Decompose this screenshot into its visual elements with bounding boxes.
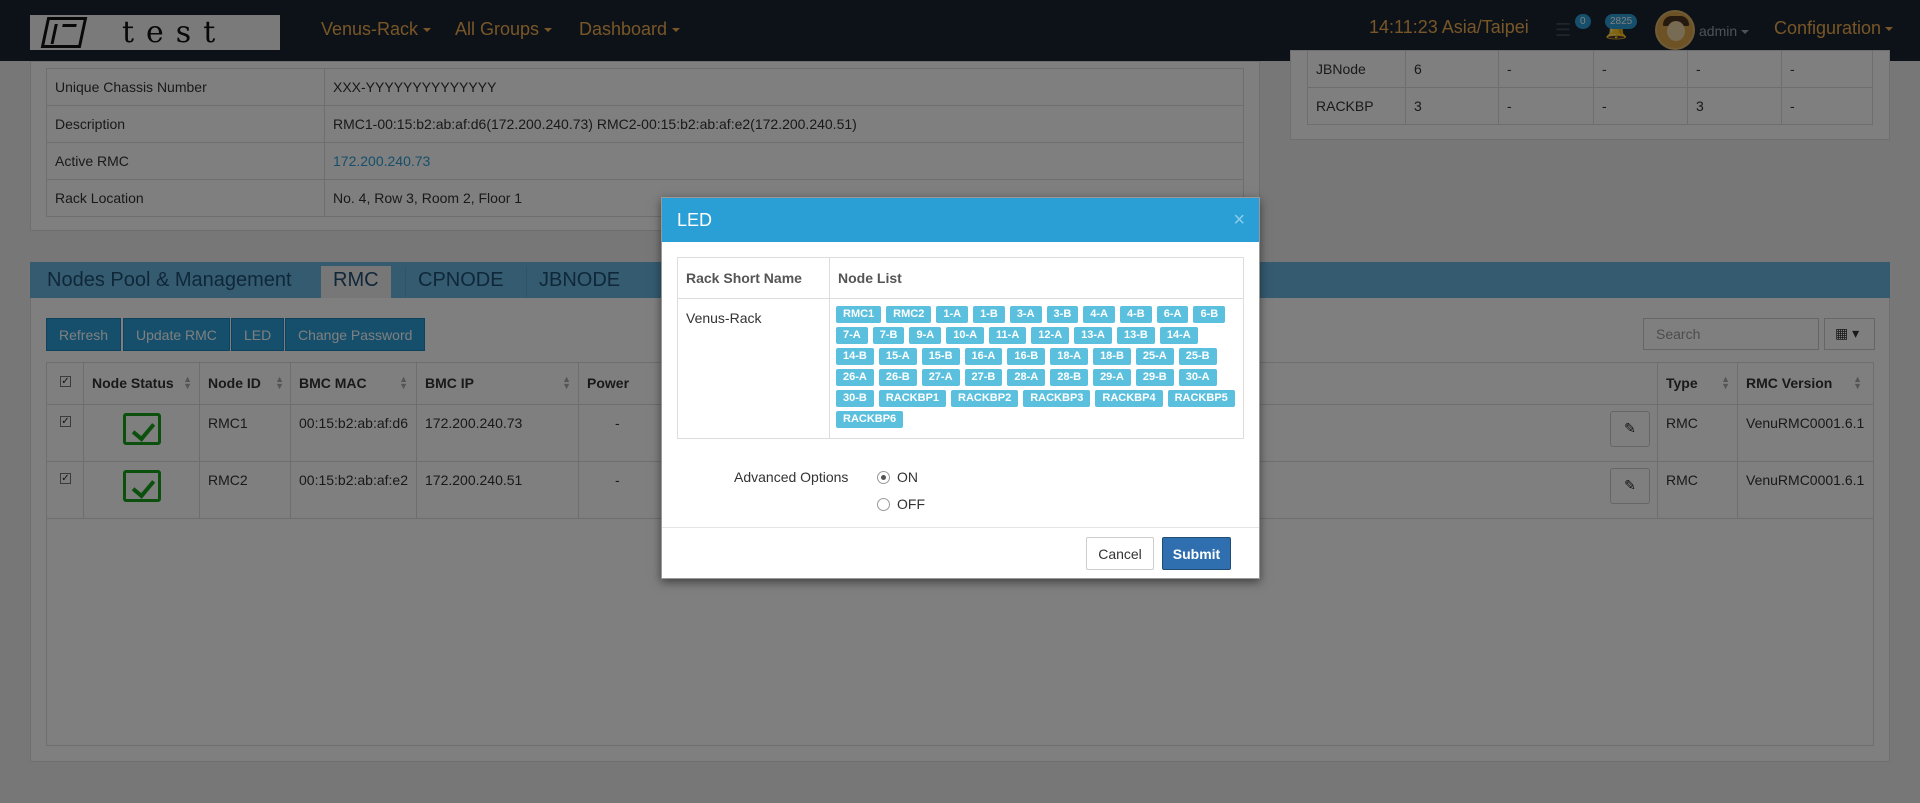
radio-off[interactable] [877, 498, 890, 511]
header-rack-short-name: Rack Short Name [686, 270, 802, 286]
node-tag[interactable]: 7-B [872, 327, 905, 344]
node-tag[interactable]: 26-A [836, 369, 874, 386]
node-tag[interactable]: RACKBP4 [1095, 390, 1163, 407]
node-tag[interactable]: 6-B [1193, 306, 1226, 323]
led-modal: LED × Rack Short Name Node List Venus-Ra… [661, 197, 1260, 579]
node-tag[interactable]: 10-A [946, 327, 985, 344]
node-tag[interactable]: 30-B [836, 390, 874, 407]
node-tag[interactable]: 1-B [973, 306, 1005, 323]
node-tag[interactable]: 14-A [1159, 327, 1198, 344]
node-tag[interactable]: 16-B [1007, 348, 1046, 365]
node-tag[interactable]: 3-B [1046, 306, 1079, 323]
node-tag[interactable]: 26-B [878, 369, 917, 386]
column-divider [829, 258, 830, 438]
node-tag[interactable]: 29-B [1135, 369, 1174, 386]
node-tag[interactable]: RACKBP2 [951, 390, 1019, 407]
node-tag[interactable]: RACKBP3 [1023, 390, 1091, 407]
node-tag[interactable]: 1-A [936, 306, 969, 323]
node-tag[interactable]: 18-A [1050, 348, 1089, 365]
node-tag[interactable]: 15-A [878, 348, 917, 365]
close-icon[interactable]: × [1233, 210, 1245, 230]
node-tag[interactable]: 27-B [964, 369, 1003, 386]
node-tag[interactable]: 4-B [1120, 306, 1152, 323]
node-tag[interactable]: 4-A [1083, 306, 1116, 323]
cancel-button[interactable]: Cancel [1086, 537, 1154, 570]
node-tag[interactable]: 25-B [1178, 348, 1217, 365]
node-list: RMC1 RMC2 1-A 1-B 3-A 3-B 4-A 4-B 6-A 6-B 7-A 7-B 9-… [836, 306, 1238, 428]
radio-off-label: OFF [897, 496, 925, 512]
node-tag[interactable]: 14-B [836, 348, 874, 365]
footer-divider [662, 527, 1259, 528]
rack-name: Venus-Rack [686, 310, 762, 326]
advanced-options-label: Advanced Options [734, 469, 849, 485]
row-divider [678, 298, 1243, 299]
node-tag[interactable]: 13-B [1116, 327, 1155, 344]
node-tag[interactable]: 16-A [964, 348, 1003, 365]
node-tag[interactable]: 27-A [921, 369, 960, 386]
node-tag[interactable]: 30-A [1178, 369, 1217, 386]
node-tag[interactable]: RACKBP5 [1167, 390, 1235, 407]
header-node-list: Node List [838, 270, 902, 286]
modal-header: LED × [662, 198, 1259, 242]
node-tag[interactable]: RACKBP6 [836, 411, 904, 428]
node-tag[interactable]: 6-A [1156, 306, 1189, 323]
node-selection-table: Rack Short Name Node List Venus-Rack RMC… [677, 257, 1244, 439]
radio-on[interactable] [877, 471, 890, 484]
node-tag[interactable]: 13-A [1074, 327, 1112, 344]
node-tag[interactable]: 28-A [1007, 369, 1046, 386]
node-tag[interactable]: 11-A [989, 327, 1027, 344]
node-tag[interactable]: RMC2 [886, 306, 932, 323]
node-tag[interactable]: 25-A [1135, 348, 1174, 365]
node-tag[interactable]: RMC1 [836, 306, 882, 323]
node-tag[interactable]: 29-A [1093, 369, 1131, 386]
node-tag[interactable]: 15-B [921, 348, 960, 365]
node-tag[interactable]: 28-B [1050, 369, 1089, 386]
radio-on-label: ON [897, 469, 918, 485]
submit-button[interactable]: Submit [1162, 537, 1231, 570]
node-tag[interactable]: 18-B [1093, 348, 1131, 365]
node-tag[interactable]: 7-A [836, 327, 868, 344]
node-tag[interactable]: 3-A [1009, 306, 1042, 323]
modal-title: LED [677, 210, 713, 230]
node-tag[interactable]: RACKBP1 [878, 390, 947, 407]
node-tag[interactable]: 12-A [1031, 327, 1070, 344]
node-tag[interactable]: 9-A [909, 327, 942, 344]
